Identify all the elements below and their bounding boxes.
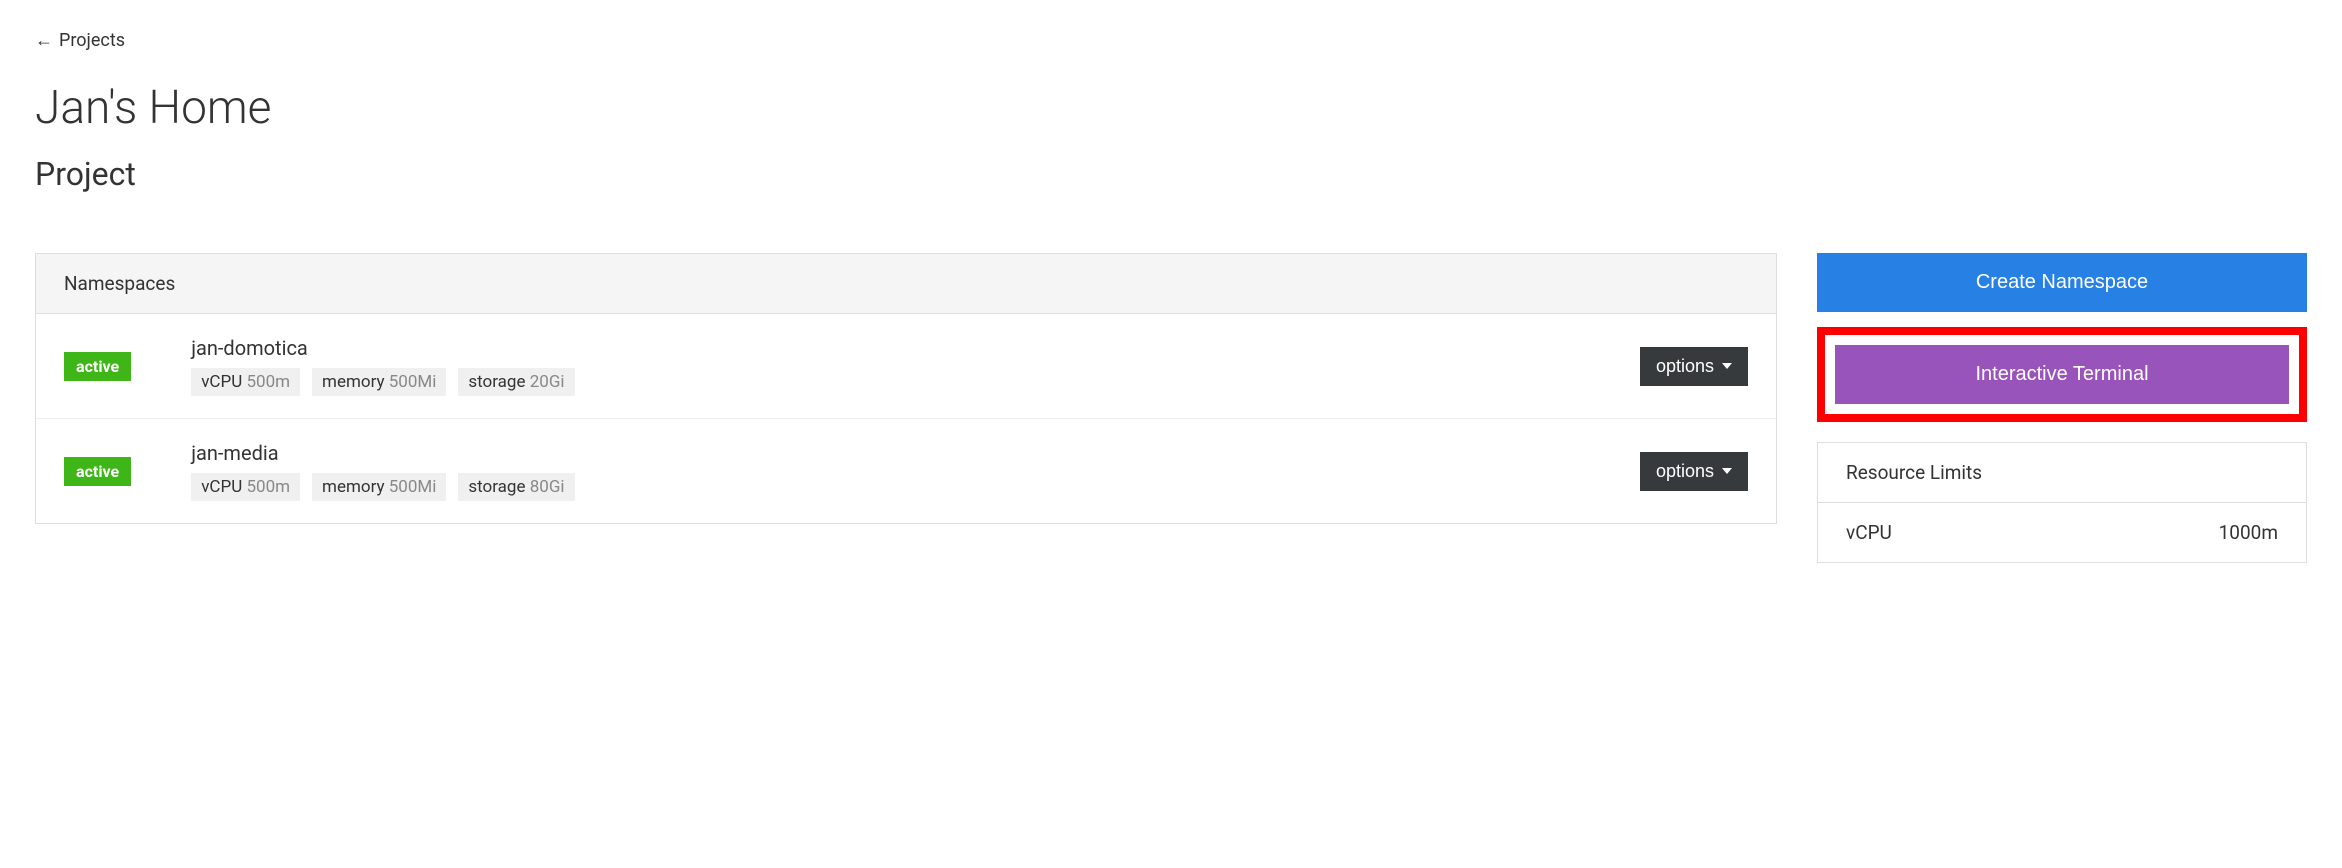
options-dropdown-button[interactable]: options xyxy=(1640,452,1748,491)
options-label: options xyxy=(1656,461,1714,482)
namespaces-panel-header: Namespaces xyxy=(36,254,1776,314)
status-badge: active xyxy=(64,352,131,381)
namespace-name: jan-media xyxy=(191,441,1640,465)
namespace-name: jan-domotica xyxy=(191,336,1640,360)
resource-tag-memory: memory 500Mi xyxy=(312,368,446,396)
back-label: Projects xyxy=(59,30,125,51)
resource-tag-storage: storage 20Gi xyxy=(458,368,574,396)
namespace-row: active jan-domotica vCPU 500m memory 500… xyxy=(36,314,1776,419)
options-label: options xyxy=(1656,356,1714,377)
resource-tag-cpu: vCPU 500m xyxy=(191,473,300,501)
create-namespace-button[interactable]: Create Namespace xyxy=(1817,253,2307,312)
page-title: Jan's Home xyxy=(35,81,2307,135)
highlight-annotation: Interactive Terminal xyxy=(1817,327,2307,422)
arrow-left-icon: ← xyxy=(35,30,53,51)
interactive-terminal-button[interactable]: Interactive Terminal xyxy=(1835,345,2289,404)
namespace-row: active jan-media vCPU 500m memory 500Mi … xyxy=(36,419,1776,523)
options-dropdown-button[interactable]: options xyxy=(1640,347,1748,386)
resource-limits-header: Resource Limits xyxy=(1818,443,2306,503)
caret-down-icon xyxy=(1722,363,1732,369)
status-badge: active xyxy=(64,457,131,486)
resource-limits-row: vCPU 1000m xyxy=(1818,503,2306,562)
limit-value: 1000m xyxy=(2219,521,2278,544)
resource-tag-storage: storage 80Gi xyxy=(458,473,574,501)
limit-label: vCPU xyxy=(1846,521,1892,544)
caret-down-icon xyxy=(1722,468,1732,474)
namespaces-panel: Namespaces active jan-domotica vCPU 500m… xyxy=(35,253,1777,524)
resource-tag-memory: memory 500Mi xyxy=(312,473,446,501)
back-to-projects-link[interactable]: ← Projects xyxy=(35,30,125,51)
page-subtitle: Project xyxy=(35,155,2307,193)
resource-tag-cpu: vCPU 500m xyxy=(191,368,300,396)
resource-limits-panel: Resource Limits vCPU 1000m xyxy=(1817,442,2307,563)
